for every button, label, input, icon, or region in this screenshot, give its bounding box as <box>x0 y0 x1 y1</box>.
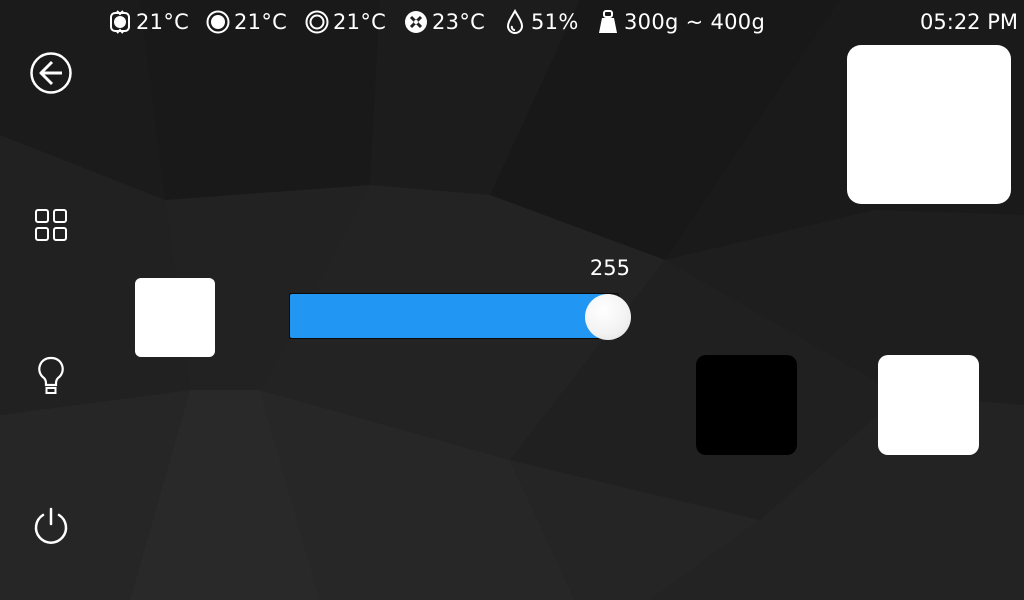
lightbulb-icon <box>36 355 66 397</box>
back-button[interactable] <box>24 46 78 100</box>
power-button[interactable] <box>24 499 78 553</box>
weight-icon <box>596 9 620 35</box>
brightness-slider-handle[interactable] <box>585 294 631 340</box>
status-fan-temp-value: 23°C <box>432 10 486 34</box>
bed-temp-icon <box>206 9 230 35</box>
color-swatch-white-large[interactable] <box>878 355 979 455</box>
color-swatch-black[interactable] <box>696 355 797 455</box>
back-arrow-icon <box>29 51 73 95</box>
humidity-icon <box>503 9 527 35</box>
status-extruder-temp-value: 21°C <box>136 10 190 34</box>
status-humidity: 51% <box>503 8 579 36</box>
status-extruder-temp: 21°C <box>108 8 189 36</box>
status-weight: 300g ~ 400g <box>596 8 765 36</box>
status-bed-temp-value: 21°C <box>234 10 288 34</box>
brightness-slider-fill <box>290 294 610 338</box>
power-icon <box>31 506 71 546</box>
status-chamber-temp-value: 21°C <box>333 10 387 34</box>
status-bar: 21°C 21°C 21°C 23°C 51% 300g ~ 400g 05:2… <box>0 0 1024 44</box>
grid-menu-icon <box>34 208 68 242</box>
clock: 05:22 PM <box>920 10 1018 34</box>
status-weight-value: 300g ~ 400g <box>624 10 766 34</box>
status-humidity-value: 51% <box>531 10 579 34</box>
status-fan-temp: 23°C <box>404 8 485 36</box>
screen: 21°C 21°C 21°C 23°C 51% 300g ~ 400g 05:2… <box>0 0 1024 600</box>
lights-button[interactable] <box>24 349 78 403</box>
color-preview-swatch <box>847 45 1011 204</box>
extruder-temp-icon <box>108 9 132 35</box>
brightness-slider[interactable] <box>289 293 619 339</box>
menu-button[interactable] <box>24 198 78 252</box>
status-bed-temp: 21°C <box>206 8 287 36</box>
slider-value-label: 255 <box>589 256 630 280</box>
chamber-temp-icon <box>305 9 329 35</box>
status-chamber-temp: 21°C <box>305 8 386 36</box>
fan-temp-icon <box>404 9 428 35</box>
color-swatch-white[interactable] <box>135 278 215 357</box>
